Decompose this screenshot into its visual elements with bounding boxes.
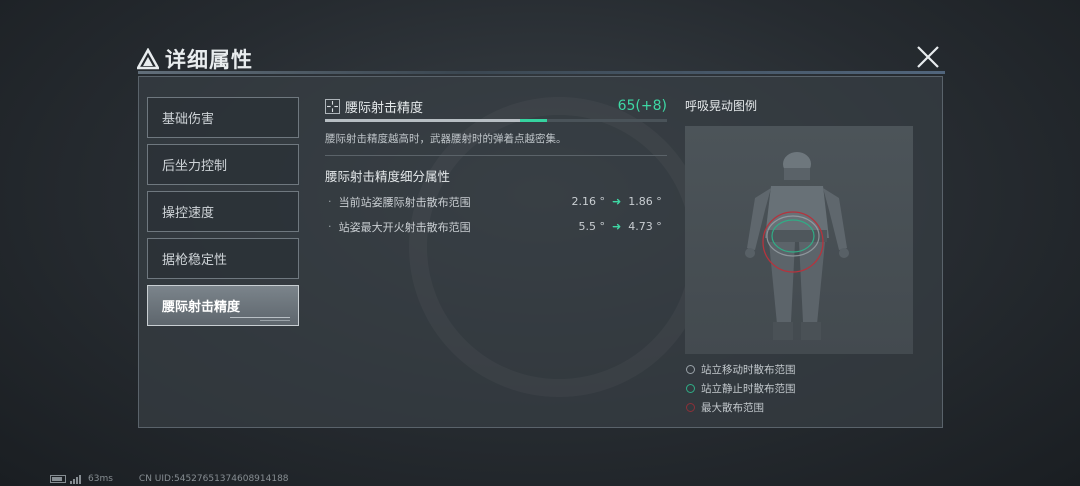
sub-attribute-row: · 当前站姿腰际射击散布范围 2.16 ° ➜ 1.86 ° bbox=[325, 189, 667, 214]
legend-dot-standing bbox=[686, 384, 695, 393]
stat-description: 腰际射击精度越高时，武器腰射时的弹着点越密集。 bbox=[325, 133, 567, 145]
category-sidebar: 基础伤害 后坐力控制 操控速度 据枪稳定性 腰际射击精度 bbox=[147, 97, 299, 332]
sub-section-title: 腰际射击精度细分属性 bbox=[325, 169, 451, 184]
sidebar-item-label: 后坐力控制 bbox=[162, 159, 228, 174]
crosshair-icon bbox=[325, 98, 340, 114]
bullet-dot: · bbox=[328, 220, 332, 233]
ping-value: 63ms bbox=[88, 474, 113, 484]
stat-name: 腰际射击精度 bbox=[345, 100, 424, 116]
sidebar-item-aim-stability[interactable]: 据枪稳定性 bbox=[147, 238, 299, 279]
legend-item: 站立移动时散布范围 bbox=[685, 360, 913, 379]
status-bar: 63ms CN UID:54527651374608914188 bbox=[50, 474, 289, 484]
bullet-dot: · bbox=[328, 195, 332, 208]
stat-value: 65(+8) bbox=[617, 98, 667, 114]
legend-label: 最大散布范围 bbox=[701, 402, 764, 414]
details-panel: 基础伤害 后坐力控制 操控速度 据枪稳定性 腰际射击精度 腰际射击精度 65(+… bbox=[138, 76, 943, 428]
legend-label: 站立静止时散布范围 bbox=[701, 383, 796, 395]
arrow-right-icon: ➜ bbox=[612, 220, 622, 233]
soldier-preview-image bbox=[685, 126, 913, 354]
sidebar-item-hipfire-accuracy[interactable]: 腰际射击精度 bbox=[147, 285, 299, 326]
sub-attribute-list: · 当前站姿腰际射击散布范围 2.16 ° ➜ 1.86 ° · 站姿最大开火射… bbox=[325, 189, 667, 239]
sub-attribute-new-value: 4.73 ° bbox=[628, 220, 662, 233]
arrow-right-icon: ➜ bbox=[612, 195, 622, 208]
header-divider bbox=[138, 71, 945, 74]
legend-label: 站立移动时散布范围 bbox=[701, 364, 796, 376]
sway-preview: 呼吸晃动图例 站立移动时散布范围 站立静止时散布范围 最大散布范围 bbox=[685, 97, 913, 417]
sidebar-item-label: 基础伤害 bbox=[162, 112, 215, 127]
legend-item: 最大散布范围 bbox=[685, 398, 913, 417]
page-title: 详细属性 bbox=[165, 48, 253, 72]
preview-legend: 站立移动时散布范围 站立静止时散布范围 最大散布范围 bbox=[685, 360, 913, 417]
title-wrap: 详细属性 bbox=[137, 44, 253, 74]
sub-attribute-label: 站姿最大开火射击散布范围 bbox=[338, 220, 471, 234]
sidebar-item-label: 操控速度 bbox=[162, 206, 215, 221]
uid-text: CN UID:54527651374608914188 bbox=[138, 474, 289, 484]
sidebar-item-base-damage[interactable]: 基础伤害 bbox=[147, 97, 299, 138]
sub-attribute-new-value: 1.86 ° bbox=[628, 195, 662, 208]
stat-progress-bar bbox=[325, 119, 667, 122]
sidebar-item-recoil-control[interactable]: 后坐力控制 bbox=[147, 144, 299, 185]
signal-icon bbox=[70, 474, 82, 484]
legend-dot-max bbox=[686, 403, 695, 412]
sub-attribute-row: · 站姿最大开火射击散布范围 5.5 ° ➜ 4.73 ° bbox=[325, 214, 667, 239]
sidebar-item-label: 据枪稳定性 bbox=[162, 253, 228, 268]
stat-header: 腰际射击精度 65(+8) bbox=[325, 95, 667, 117]
preview-title: 呼吸晃动图例 bbox=[685, 99, 758, 113]
sub-attribute-old-value: 5.5 ° bbox=[578, 220, 606, 233]
sidebar-item-handling-speed[interactable]: 操控速度 bbox=[147, 191, 299, 232]
close-icon[interactable] bbox=[915, 44, 941, 70]
section-divider bbox=[325, 155, 667, 156]
header: 详细属性 bbox=[130, 40, 945, 76]
legend-item: 站立静止时散布范围 bbox=[685, 379, 913, 398]
legend-dot-moving bbox=[686, 365, 695, 374]
stat-progress-bonus bbox=[519, 119, 548, 122]
stat-progress-base bbox=[325, 119, 520, 122]
sub-attribute-label: 当前站姿腰际射击散布范围 bbox=[338, 195, 471, 209]
soldier-figure bbox=[745, 152, 849, 340]
logo-triangle-icon bbox=[137, 48, 159, 70]
battery-icon bbox=[50, 475, 66, 483]
sub-attribute-old-value: 2.16 ° bbox=[571, 195, 606, 208]
sidebar-item-label: 腰际射击精度 bbox=[162, 300, 241, 315]
stat-details: 腰际射击精度 65(+8) 腰际射击精度越高时，武器腰射时的弹着点越密集。 腰际… bbox=[325, 95, 667, 239]
